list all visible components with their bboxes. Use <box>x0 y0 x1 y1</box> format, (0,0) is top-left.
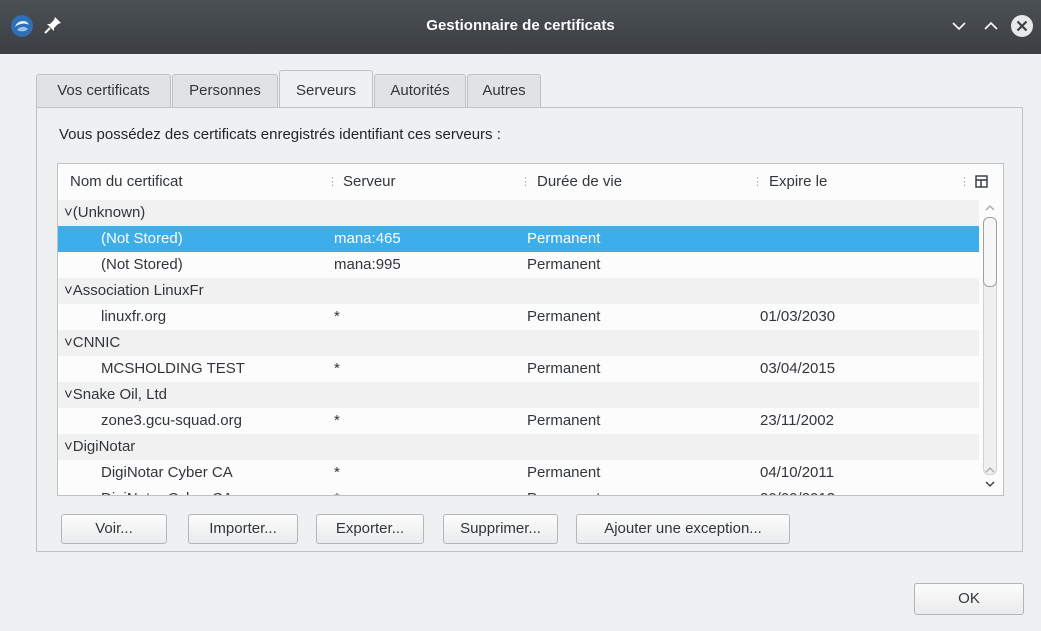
cell-server: mana:995 <box>334 256 401 273</box>
column-separator[interactable]: ⋮ <box>959 176 970 188</box>
cell-server: * <box>334 360 340 377</box>
import-button[interactable]: Importer... <box>188 514 298 544</box>
cell-lifetime: Permanent <box>527 230 601 247</box>
table-row-group[interactable]: ˅DigiNotar <box>58 434 979 460</box>
ok-button[interactable]: OK <box>914 583 1024 615</box>
column-separator[interactable]: ⋮ <box>520 176 531 188</box>
cell-lifetime: Permanent <box>527 412 601 429</box>
view-button[interactable]: Voir... <box>61 514 167 544</box>
tab-personnes[interactable]: Personnes <box>172 74 278 108</box>
table-row[interactable]: zone3.gcu-squad.org * Permanent 23/11/20… <box>58 408 979 434</box>
certificate-tree[interactable]: Nom du certificat ⋮ Serveur ⋮ Durée de v… <box>57 163 1004 496</box>
cell-name: DigiNotar Cyber CA <box>101 486 233 495</box>
cell-server: * <box>334 412 340 429</box>
cell-expires: 23/11/2002 <box>760 412 834 429</box>
group-label: ˅CNNIC <box>64 334 121 351</box>
cell-expires: 03/04/2015 <box>760 360 836 377</box>
cell-server: mana:465 <box>334 230 401 247</box>
cell-expires: 04/10/2011 <box>760 464 834 481</box>
table-row-group[interactable]: ˅(Unknown) <box>58 200 979 226</box>
table-row[interactable]: DigiNotar Cyber CA * Permanent 20/09/201… <box>58 486 979 495</box>
window-title: Gestionnaire de certificats <box>426 17 615 34</box>
cell-server: * <box>334 486 340 495</box>
export-button[interactable]: Exporter... <box>316 514 424 544</box>
column-separator[interactable]: ⋮ <box>752 176 763 188</box>
servers-panel: Vous possédez des certificats enregistré… <box>36 107 1023 552</box>
cell-expires: 20/09/2013 <box>760 486 835 495</box>
column-picker-icon[interactable] <box>974 174 990 190</box>
column-header-lifetime[interactable]: Durée de vie <box>537 164 622 200</box>
table-row[interactable]: (Not Stored) mana:465 Permanent <box>58 226 979 252</box>
tab-vos-certificats[interactable]: Vos certificats <box>36 74 171 108</box>
column-header-server[interactable]: Serveur <box>343 164 396 200</box>
table-row[interactable]: linuxfr.org * Permanent 01/03/2030 <box>58 304 979 330</box>
table-row[interactable]: DigiNotar Cyber CA * Permanent 04/10/201… <box>58 460 979 486</box>
vertical-scrollbar[interactable] <box>979 200 1003 495</box>
group-label: ˅DigiNotar <box>64 438 136 455</box>
delete-button[interactable]: Supprimer... <box>443 514 558 544</box>
table-header: Nom du certificat ⋮ Serveur ⋮ Durée de v… <box>58 164 1003 200</box>
title-bar: Gestionnaire de certificats <box>0 0 1041 54</box>
minimize-icon[interactable] <box>947 14 971 38</box>
table-row-group[interactable]: ˅Snake Oil, Ltd <box>58 382 979 408</box>
cell-lifetime: Permanent <box>527 308 601 325</box>
cell-server: * <box>334 308 340 325</box>
tab-autorites[interactable]: Autorités <box>374 74 466 108</box>
add-exception-button[interactable]: Ajouter une exception... <box>576 514 790 544</box>
group-label: ˅(Unknown) <box>64 204 146 221</box>
table-row[interactable]: (Not Stored) mana:995 Permanent <box>58 252 979 278</box>
column-header-expires[interactable]: Expire le <box>769 164 827 200</box>
table-row-group[interactable]: ˅Association LinuxFr <box>58 278 979 304</box>
scroll-up-icon[interactable] <box>983 464 997 476</box>
cell-lifetime: Permanent <box>527 256 601 273</box>
column-separator[interactable]: ⋮ <box>327 176 338 188</box>
cell-expires: 01/03/2030 <box>760 308 836 325</box>
cell-name: DigiNotar Cyber CA <box>101 464 233 481</box>
group-label: ˅Association LinuxFr <box>64 282 204 299</box>
column-header-name[interactable]: Nom du certificat <box>70 164 183 200</box>
close-icon[interactable] <box>1010 14 1034 38</box>
cell-lifetime: Permanent <box>527 486 600 495</box>
cell-lifetime: Permanent <box>527 360 601 377</box>
scroll-up-icon[interactable] <box>983 202 997 214</box>
cell-name: (Not Stored) <box>101 230 183 247</box>
group-label: ˅Snake Oil, Ltd <box>64 386 167 403</box>
cell-name: MCSHOLDING TEST <box>101 360 245 377</box>
cell-server: * <box>334 464 340 481</box>
tab-serveurs[interactable]: Serveurs <box>279 70 373 109</box>
cell-name: zone3.gcu-squad.org <box>101 412 242 429</box>
cell-name: (Not Stored) <box>101 256 183 273</box>
cell-lifetime: Permanent <box>527 464 601 481</box>
tab-autres[interactable]: Autres <box>467 74 541 108</box>
scrollbar-handle[interactable] <box>983 217 997 287</box>
maximize-icon[interactable] <box>979 14 1003 38</box>
table-row-group[interactable]: ˅CNNIC <box>58 330 979 356</box>
scroll-down-icon[interactable] <box>983 478 997 490</box>
panel-description: Vous possédez des certificats enregistré… <box>59 126 501 143</box>
table-row[interactable]: MCSHOLDING TEST * Permanent 03/04/2015 <box>58 356 979 382</box>
cell-name: linuxfr.org <box>101 308 167 325</box>
